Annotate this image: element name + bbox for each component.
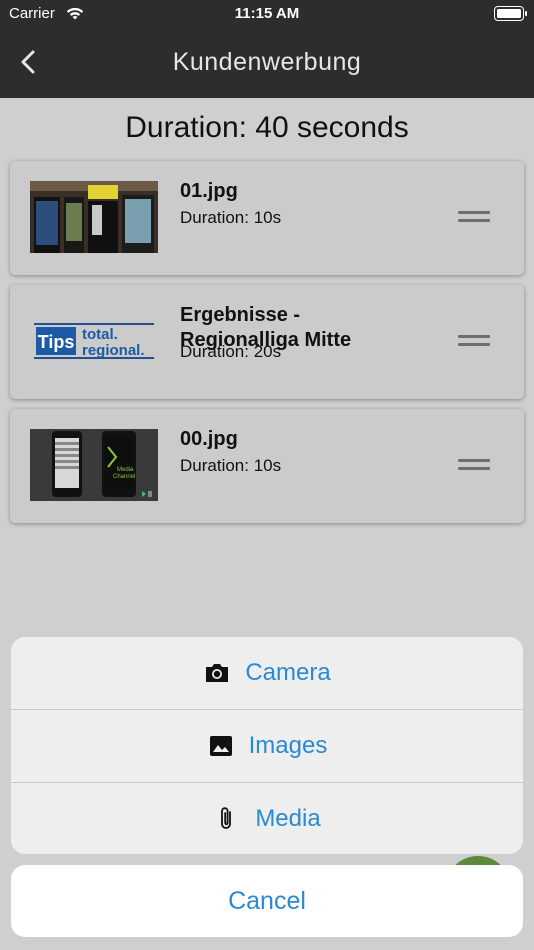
- thumb-logo-tips: Tips: [38, 332, 75, 352]
- thumb-channel-label: Channel: [113, 474, 135, 480]
- drag-handle-icon[interactable]: [458, 211, 490, 225]
- clock: 11:15 AM: [234, 5, 300, 22]
- image-icon: [209, 735, 232, 756]
- thumb-logo-regional: regional.: [82, 342, 145, 359]
- playlist-item[interactable]: 01.jpg Duration: 10s: [10, 161, 524, 275]
- status-bar: Carrier 11:15 AM: [0, 0, 534, 28]
- thumb-media-label: Media: [117, 467, 134, 473]
- action-media[interactable]: Media: [11, 782, 523, 854]
- drag-handle-icon[interactable]: [458, 459, 490, 473]
- battery-icon: [494, 6, 524, 21]
- item-name: 00.jpg: [180, 428, 238, 450]
- camera-icon: [206, 664, 229, 682]
- thumb-logo-total: total.: [82, 326, 118, 343]
- cancel-button[interactable]: Cancel: [11, 865, 523, 937]
- action-camera-label: Camera: [245, 659, 331, 686]
- item-duration: Duration: 20s: [180, 342, 282, 361]
- action-media-label: Media: [255, 804, 321, 832]
- paperclip-icon: [221, 806, 232, 829]
- thumbnail-vending-machines: [30, 181, 158, 253]
- action-camera[interactable]: Camera: [11, 637, 523, 709]
- playlist-item[interactable]: Tips total. regional. Ergebnisse - Regio…: [10, 285, 524, 399]
- item-duration: Duration: 10s: [180, 208, 282, 227]
- battery-tip: [525, 11, 527, 16]
- drag-handle-icon[interactable]: [458, 335, 490, 349]
- page-title: Kundenwerbung: [172, 48, 362, 76]
- action-images-label: Images: [248, 731, 328, 759]
- thumbnail-tips-logo: Tips total. regional.: [30, 305, 158, 377]
- playlist-item[interactable]: Media Channel 00.jpg Duration: 10s: [10, 409, 524, 523]
- total-duration: Duration: 40 seconds: [125, 111, 409, 144]
- thumbnail-phones: Media Channel: [30, 429, 158, 501]
- item-name: 01.jpg: [180, 180, 238, 202]
- action-images[interactable]: Images: [11, 709, 523, 781]
- navigation-bar: Kundenwerbung: [0, 28, 534, 98]
- action-sheet: Camera Images Media: [11, 637, 523, 854]
- item-duration: Duration: 10s: [180, 456, 282, 475]
